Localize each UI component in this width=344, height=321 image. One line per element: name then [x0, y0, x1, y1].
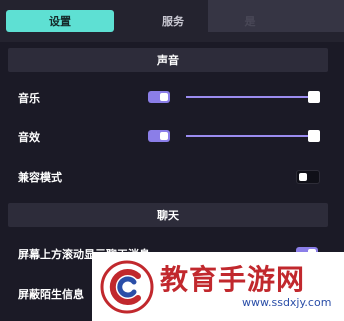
- section-header-sound: 声音: [8, 48, 328, 72]
- music-label: 音乐: [18, 92, 40, 105]
- watermark-logo-icon: [100, 260, 154, 314]
- compat-mode-label: 兼容模式: [18, 171, 62, 184]
- music-toggle[interactable]: [148, 91, 170, 103]
- sfx-volume-track[interactable]: [186, 135, 310, 137]
- sfx-toggle[interactable]: [148, 130, 170, 142]
- toggle-knob: [160, 93, 168, 101]
- watermark-url: www.ssdxjy.com: [242, 296, 332, 309]
- sfx-volume-thumb[interactable]: [308, 130, 320, 142]
- blurred-region: [208, 0, 344, 32]
- block-stranger-label: 屏蔽陌生信息: [18, 288, 84, 301]
- toggle-knob: [299, 173, 307, 181]
- tab-settings[interactable]: 设置: [6, 10, 114, 32]
- watermark: 教育手游网 www.ssdxjy.com: [92, 252, 344, 321]
- music-volume-track[interactable]: [186, 96, 310, 98]
- section-header-chat: 聊天: [8, 203, 328, 227]
- music-volume-thumb[interactable]: [308, 91, 320, 103]
- compat-mode-toggle[interactable]: [296, 170, 320, 184]
- watermark-title: 教育手游网: [160, 263, 306, 296]
- toggle-knob: [160, 132, 168, 140]
- sfx-label: 音效: [18, 131, 40, 144]
